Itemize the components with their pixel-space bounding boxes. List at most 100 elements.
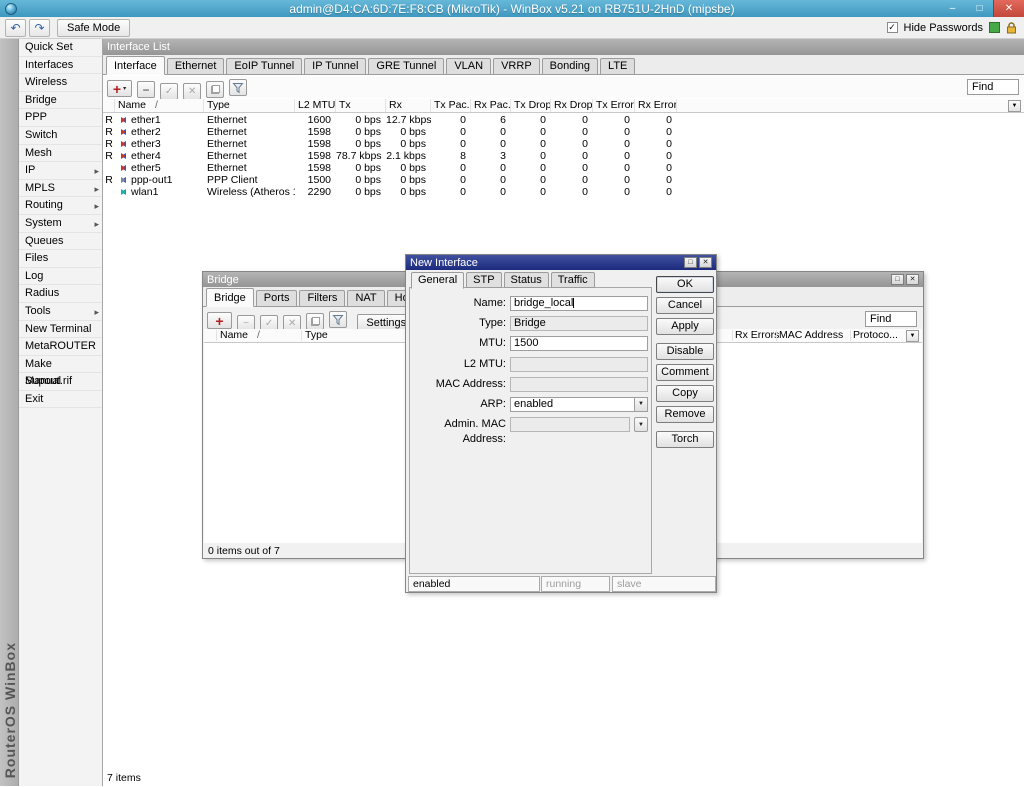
safe-mode-button[interactable]: Safe Mode [57,19,130,37]
column-picker-button[interactable]: ▼ [1008,100,1021,112]
tab-ports[interactable]: Ports [256,290,298,306]
tab-vrrp[interactable]: VRRP [493,58,540,74]
name-input[interactable]: bridge_local [510,296,648,311]
bridge-maximize-button[interactable]: □ [891,274,904,285]
interface-list-titlebar[interactable]: Interface List [103,39,1024,55]
bridge-find-input[interactable]: Find [865,311,917,327]
apply-button[interactable]: Apply [656,318,714,335]
column-header-rx[interactable]: Rx [386,99,431,112]
arp-dropdown-button[interactable]: ▼ [634,398,647,411]
sidebar-item-metarouter[interactable]: MetaROUTER [19,338,102,356]
comment-bridge-button[interactable] [306,313,324,330]
tab-filters[interactable]: Filters [299,290,345,306]
column-header-l2mtu[interactable]: L2 MTU [295,99,336,112]
dialog-close-button[interactable]: ✕ [699,257,712,268]
arp-select[interactable]: enabled▼ [510,397,648,412]
comment-button[interactable] [206,81,224,98]
tab-ethernet[interactable]: Ethernet [167,58,225,74]
sidebar-item-tools[interactable]: Tools▸ [19,303,102,321]
bridge-column-name[interactable]: Name/ [220,329,260,342]
tab-status[interactable]: Status [504,272,549,288]
remove-button[interactable]: Remove [656,406,714,423]
add-interface-button[interactable]: +▾ [107,80,132,97]
filter-bridge-button[interactable] [329,311,347,328]
bridge-column-rx-errors[interactable]: Rx Errors [735,329,779,342]
tab-traffic[interactable]: Traffic [551,272,595,288]
sidebar-item-ppp[interactable]: PPP [19,109,102,127]
add-bridge-button[interactable]: + [207,312,232,329]
tab-vlan[interactable]: VLAN [446,58,491,74]
column-header-tx-errors[interactable]: Tx Errors [593,99,635,112]
table-row[interactable]: R ether3 Ethernet 1598 0 bps 0 bps 0 0 0… [103,138,1024,150]
minimize-button[interactable]: – [939,0,966,17]
sidebar-item-radius[interactable]: Radius [19,285,102,303]
cancel-button[interactable]: Cancel [656,297,714,314]
tab-lte[interactable]: LTE [600,58,635,74]
table-row[interactable]: R ether1 Ethernet 1600 0 bps 12.7 kbps 0… [103,114,1024,126]
dialog-maximize-button[interactable]: □ [684,257,697,268]
undo-button[interactable]: ↶ [5,19,26,37]
table-row[interactable]: R ether2 Ethernet 1598 0 bps 0 bps 0 0 0… [103,126,1024,138]
sidebar-item-queues[interactable]: Queues [19,233,102,251]
app-titlebar[interactable]: admin@D4:CA:6D:7E:F8:CB (MikroTik) - Win… [0,0,1024,17]
tab-ip-tunnel[interactable]: IP Tunnel [304,58,366,74]
bridge-close-button[interactable]: ✕ [906,274,919,285]
torch-button[interactable]: Torch [656,431,714,448]
tab-bridge[interactable]: Bridge [206,288,254,307]
comment-button[interactable]: Comment [656,364,714,381]
sidebar-item-wireless[interactable]: Wireless [19,74,102,92]
bridge-column-picker-button[interactable]: ▼ [906,330,919,342]
sidebar-item-interfaces[interactable]: Interfaces [19,57,102,75]
find-input[interactable]: Find [967,79,1019,95]
hide-passwords-checkbox[interactable]: ✓ [887,22,898,33]
column-header-rx-packets[interactable]: Rx Pac... [471,99,511,112]
sidebar-item-exit[interactable]: Exit [19,391,102,409]
sidebar-item-switch[interactable]: Switch [19,127,102,145]
sidebar-item-mesh[interactable]: Mesh [19,145,102,163]
tab-interface[interactable]: Interface [106,56,165,75]
disable-button[interactable]: Disable [656,343,714,360]
ok-button[interactable]: OK [656,276,714,293]
column-header-type[interactable]: Type [204,99,295,112]
sidebar-item-quick-set[interactable]: Quick Set [19,39,102,57]
bridge-column-type[interactable]: Type [305,329,328,342]
filter-button[interactable] [229,79,247,96]
enable-button[interactable]: ✓ [160,83,178,100]
sidebar-item-mpls[interactable]: MPLS▸ [19,180,102,198]
new-interface-titlebar[interactable]: New Interface □ ✕ [406,255,716,270]
disable-button[interactable]: ✕ [183,83,201,100]
mtu-input[interactable]: 1500 [510,336,648,351]
column-header-rx-drops[interactable]: Rx Drops [551,99,593,112]
sidebar-item-routing[interactable]: Routing▸ [19,197,102,215]
sidebar-item-make-supout[interactable]: Make Supout.rif [19,356,102,374]
tab-nat[interactable]: NAT [347,290,384,306]
column-header-tx-packets[interactable]: Tx Pac... [431,99,471,112]
tab-eoip-tunnel[interactable]: EoIP Tunnel [226,58,302,74]
bridge-column-mac-address[interactable]: MAC Address [779,329,843,342]
column-header-name[interactable]: Name/ [115,99,204,112]
maximize-button[interactable]: □ [966,0,993,17]
table-row[interactable]: R ppp-out1 PPP Client 1500 0 bps 0 bps 0… [103,174,1024,186]
close-button[interactable]: ✕ [993,0,1024,17]
tab-general[interactable]: General [411,272,464,289]
bridge-column-protocol[interactable]: Protoco... [853,329,898,342]
sidebar-item-bridge[interactable]: Bridge [19,92,102,110]
table-row[interactable]: wlan1 Wireless (Atheros 11N) 2290 0 bps … [103,186,1024,198]
sidebar-item-manual[interactable]: Manual [19,373,102,391]
tab-bonding[interactable]: Bonding [542,58,598,74]
column-header-tx-drops[interactable]: Tx Drops [511,99,551,112]
table-row[interactable]: ether5 Ethernet 1598 0 bps 0 bps 0 0 0 0… [103,162,1024,174]
column-header-rx-errors[interactable]: Rx Errors [635,99,677,112]
tab-stp[interactable]: STP [466,272,501,288]
redo-button[interactable]: ↷ [29,19,50,37]
copy-button[interactable]: Copy [656,385,714,402]
sidebar-item-new-terminal[interactable]: New Terminal [19,321,102,339]
sidebar-item-ip[interactable]: IP▸ [19,162,102,180]
admin-mac-dropdown-button[interactable]: ▼ [634,417,648,432]
sidebar-item-log[interactable]: Log [19,268,102,286]
tab-gre-tunnel[interactable]: GRE Tunnel [368,58,444,74]
remove-button[interactable]: − [137,81,155,98]
sidebar-item-files[interactable]: Files [19,250,102,268]
column-header-tx[interactable]: Tx [336,99,386,112]
sidebar-item-system[interactable]: System▸ [19,215,102,233]
